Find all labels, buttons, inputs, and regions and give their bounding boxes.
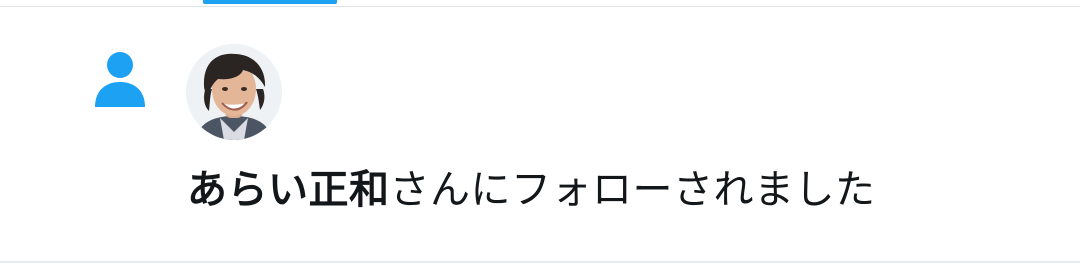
follow-notification[interactable]: あらい正和さんにフォローされました xyxy=(0,7,1080,261)
notifications-page: あらい正和さんにフォローされました xyxy=(0,0,1080,263)
follow-action-text: さんにフォローされました xyxy=(389,167,876,213)
person-icon xyxy=(92,49,148,109)
person-icon-head xyxy=(107,52,133,78)
notification-message: あらい正和さんにフォローされました xyxy=(187,162,876,218)
follower-name[interactable]: あらい正和 xyxy=(187,167,390,213)
person-icon-body xyxy=(95,82,145,107)
avatar[interactable] xyxy=(186,44,282,140)
active-tab-indicator xyxy=(203,0,337,4)
